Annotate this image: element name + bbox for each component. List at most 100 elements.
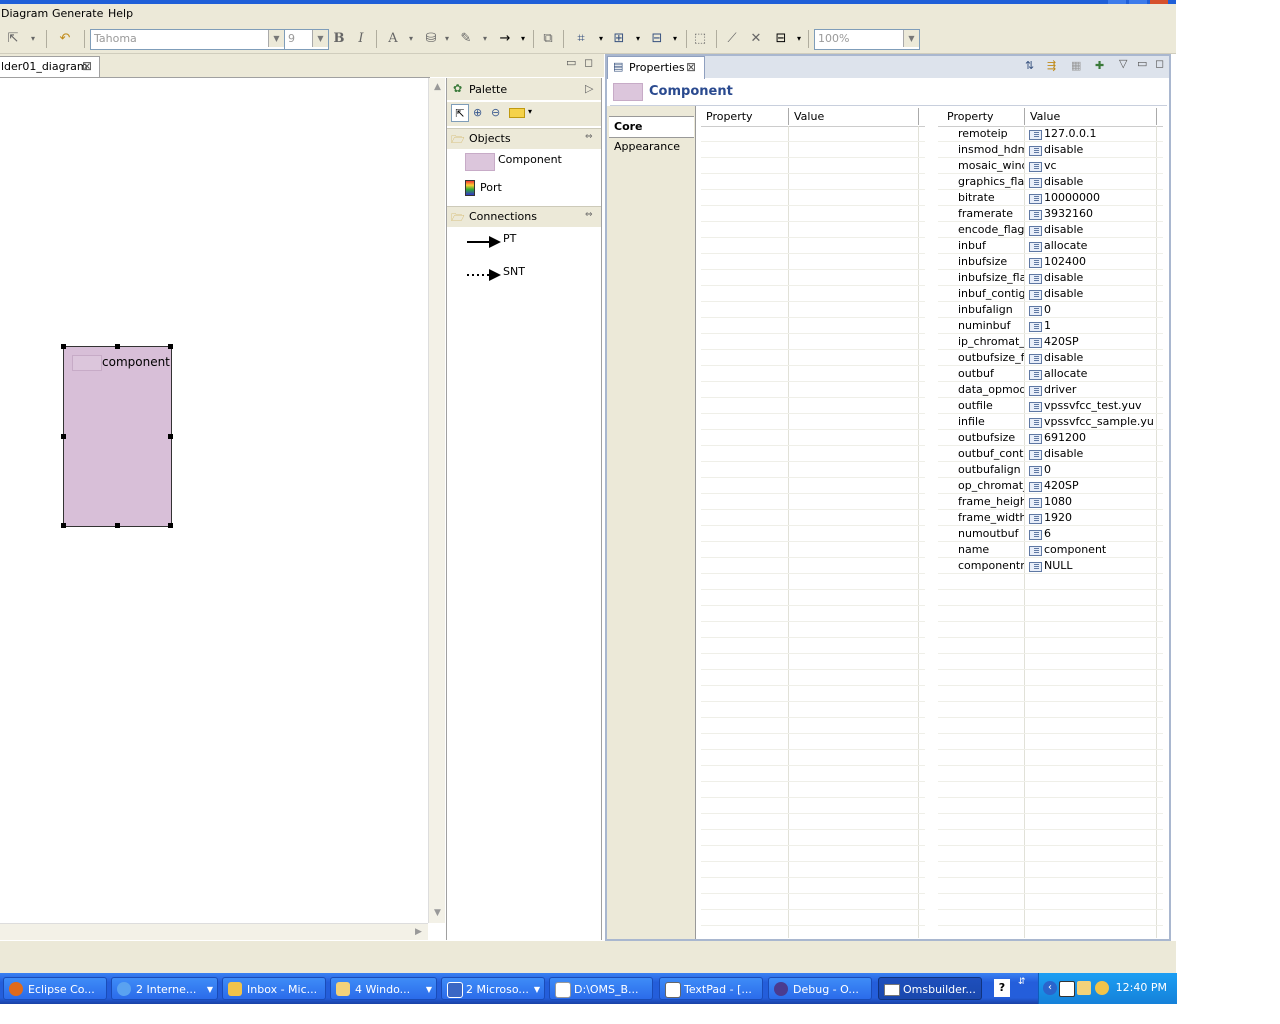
table-row[interactable]	[701, 270, 925, 286]
property-value[interactable]: allocate	[1026, 366, 1154, 381]
tab-appearance[interactable]: Appearance	[609, 137, 694, 157]
table-row[interactable]	[701, 734, 925, 750]
table-row[interactable]: mosaic_windo vc	[938, 158, 1163, 174]
table-row[interactable]	[701, 254, 925, 270]
table-row[interactable]	[701, 494, 925, 510]
property-value[interactable]: vpssvfcc_test.yuv	[1026, 398, 1154, 413]
resize-handle[interactable]	[168, 523, 173, 528]
table-row[interactable]	[701, 206, 925, 222]
table-row[interactable]	[938, 670, 1163, 686]
chevron-down-icon[interactable]: ▾	[670, 31, 680, 47]
table-row[interactable]	[701, 222, 925, 238]
property-value[interactable]: disable	[1026, 446, 1154, 461]
right-properties-table[interactable]: Property Value remoteip 127.0.0.1 insmod_h…	[938, 108, 1163, 938]
property-value[interactable]: 1920	[1026, 510, 1154, 525]
palette-item-snt[interactable]: SNT	[465, 263, 595, 285]
table-row[interactable]	[938, 910, 1163, 926]
font-size-combo[interactable]: 9 ▼	[284, 29, 329, 50]
task-microsoft[interactable]: 2 Microso... ▼	[441, 977, 545, 1000]
table-row[interactable]	[938, 830, 1163, 846]
table-row[interactable]	[701, 238, 925, 254]
table-row[interactable]	[938, 878, 1163, 894]
table-row[interactable]: remoteip 127.0.0.1	[938, 126, 1163, 142]
advanced-icon[interactable]: ▦	[1071, 59, 1081, 72]
filter-icon[interactable]: ⇶	[1047, 59, 1056, 72]
palette-item-component[interactable]: Component	[463, 151, 601, 175]
fill-color-icon[interactable]: ⛁	[424, 31, 438, 47]
table-row[interactable]	[938, 718, 1163, 734]
note-tool-icon[interactable]	[509, 108, 525, 118]
table-row[interactable]	[938, 766, 1163, 782]
table-row[interactable]	[701, 574, 925, 590]
table-row[interactable]	[701, 462, 925, 478]
scroll-down-icon[interactable]: ▼	[430, 906, 445, 921]
table-row[interactable]	[701, 718, 925, 734]
table-row[interactable]	[701, 622, 925, 638]
chevron-down-icon[interactable]: ▾	[596, 31, 606, 47]
zoom-in-icon[interactable]: ⊕	[473, 106, 482, 119]
vmware-icon[interactable]	[1059, 981, 1075, 997]
arrow-style-icon[interactable]: →	[496, 31, 514, 47]
canvas-horizontal-scrollbar[interactable]: ▶	[0, 923, 428, 940]
task-windows-explorer[interactable]: 4 Windo... ▼	[330, 977, 437, 1000]
pin-icon[interactable]: ⇔	[585, 132, 593, 142]
property-value[interactable]: disable	[1026, 174, 1154, 189]
scroll-up-icon[interactable]: ▲	[430, 80, 445, 95]
menu-help[interactable]: Help	[108, 7, 133, 20]
italic-button[interactable]: I	[354, 31, 368, 47]
connections-drawer[interactable]: 🗁 Connections ⇔	[447, 206, 601, 227]
auto-size-icon[interactable]: ⬚	[692, 31, 708, 47]
table-row[interactable]	[701, 478, 925, 494]
zoom-out-icon[interactable]: ⊖	[491, 106, 500, 119]
resize-handle[interactable]	[61, 523, 66, 528]
table-row[interactable]	[701, 814, 925, 830]
table-row[interactable]	[701, 350, 925, 366]
table-row[interactable]	[701, 686, 925, 702]
minimize-view-icon[interactable]: ▭	[566, 56, 576, 69]
table-row[interactable]: numoutbuf 6	[938, 526, 1163, 542]
table-row[interactable]: outbufalign 0	[938, 462, 1163, 478]
resize-handle[interactable]	[168, 434, 173, 439]
task-omsbuilder[interactable]: Omsbuilder...	[878, 977, 982, 1000]
property-value[interactable]: disable	[1026, 222, 1154, 237]
properties-tab[interactable]: ▤ Properties ⊠	[607, 56, 705, 79]
bold-button[interactable]: B	[332, 31, 346, 47]
table-row[interactable]: inbuf allocate	[938, 238, 1163, 254]
table-row[interactable]	[701, 606, 925, 622]
table-row[interactable]	[701, 750, 925, 766]
table-row[interactable]	[701, 446, 925, 462]
property-value[interactable]: 127.0.0.1	[1026, 126, 1154, 141]
table-row[interactable]	[701, 846, 925, 862]
table-row[interactable]	[701, 798, 925, 814]
font-name-combo[interactable]: Tahoma ▼	[90, 29, 285, 50]
table-row[interactable]: inbuf_contig disable	[938, 286, 1163, 302]
table-row[interactable]: data_opmode driver	[938, 382, 1163, 398]
canvas-vertical-scrollbar[interactable]: ▲ ▼	[428, 78, 445, 923]
table-row[interactable]	[701, 766, 925, 782]
table-row[interactable]	[701, 430, 925, 446]
pin-icon[interactable]: ⇔	[585, 210, 593, 220]
resize-handle[interactable]	[61, 344, 66, 349]
resize-handle[interactable]	[115, 344, 120, 349]
table-row[interactable]: inbufsize_flag disable	[938, 270, 1163, 286]
select-all-icon[interactable]: ⊞	[610, 31, 628, 47]
table-row[interactable]	[701, 398, 925, 414]
router-icon[interactable]: ⊟	[772, 31, 790, 47]
table-row[interactable]	[701, 702, 925, 718]
property-value[interactable]: 420SP	[1026, 334, 1154, 349]
table-row[interactable]	[938, 862, 1163, 878]
property-value[interactable]: 102400	[1026, 254, 1154, 269]
chevron-down-icon[interactable]: ▼	[268, 30, 284, 47]
palette-item-pt[interactable]: PT	[465, 230, 595, 252]
resize-handle[interactable]	[168, 344, 173, 349]
left-properties-table[interactable]: Property Value	[701, 108, 925, 938]
table-row[interactable]	[701, 382, 925, 398]
table-row[interactable]	[701, 638, 925, 654]
chevron-down-icon[interactable]: ▾	[28, 31, 38, 47]
table-row[interactable]	[701, 782, 925, 798]
task-debug[interactable]: Debug - O...	[768, 977, 872, 1000]
maximize-view-icon[interactable]: ◻	[584, 56, 593, 69]
table-row[interactable]	[938, 894, 1163, 910]
delete-connector-icon[interactable]: ✕	[748, 31, 764, 47]
table-row[interactable]	[701, 654, 925, 670]
